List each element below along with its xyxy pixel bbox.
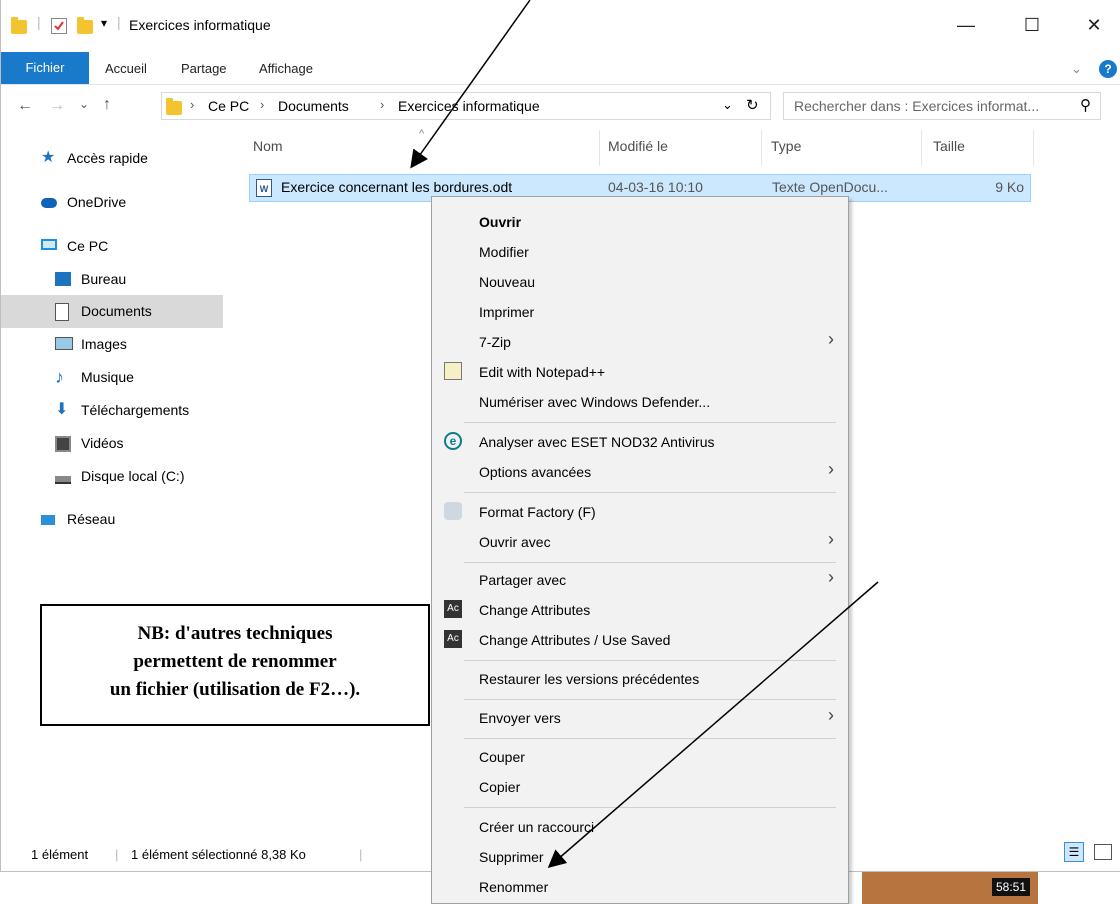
arrow-to-renommer: [547, 581, 879, 868]
annotation-arrows: [410, 0, 879, 868]
arrow-to-file: [410, 0, 531, 169]
